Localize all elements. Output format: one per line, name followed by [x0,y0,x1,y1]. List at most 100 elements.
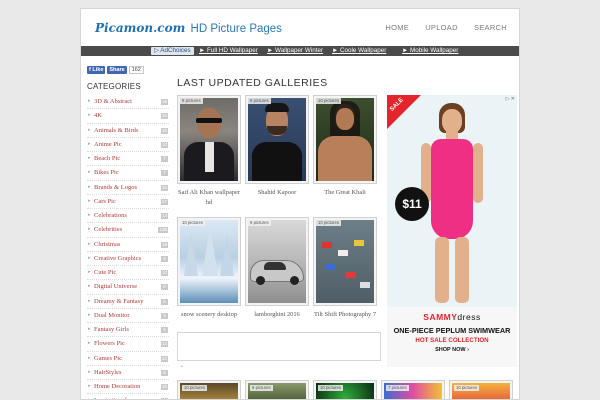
category-item[interactable]: ▸ Animals & Birds 16 [87,124,169,138]
bullet-arrow-icon: ▸ [88,270,91,275]
category-item[interactable]: ▸ Dual Monitor 2 [87,309,169,323]
gallery-thumbnail[interactable]: 9 pictures [245,380,309,399]
category-label: Home Decoration [94,383,141,390]
category-item[interactable]: ▸ HairStyles 6 [87,366,169,380]
category-label: Creative Graphics [94,254,142,262]
gallery-thumbnail[interactable]: 10 pictures [313,380,377,399]
ad-cta[interactable]: SHOP NOW › [387,347,517,353]
gallery-thumbnail[interactable]: 10 pictures [177,217,241,306]
bullet-arrow-icon: ▸ [88,284,91,290]
category-label: Christmas [94,240,121,248]
bullet-arrow-icon: ▸ [88,127,91,133]
gallery-caption[interactable]: Saif Ali Khan wallpaper hd [177,188,241,208]
category-item[interactable]: ▸ 3D & Abstract 16 [87,95,169,110]
gallery-thumbnail[interactable]: 10 pictures [177,380,241,399]
ad-close-controls[interactable]: ▷ ✕ [506,96,515,102]
category-list: ▸ 3D & Abstract 16 ▸ 4K 16 ▸ Animals & Birds 16 ▸… [87,95,169,399]
ad-link-label: Full HD Wallpaper [206,47,258,54]
gallery-caption[interactable]: lamborghini 2016 [245,310,309,320]
bullet-arrow-icon: ▸ [88,213,91,218]
picture-count-badge: 7 pictures [386,385,409,391]
gallery-card[interactable]: 9 pictures lamborghini 2016 [245,217,309,320]
gallery-caption[interactable]: snow scenery desktop [177,310,241,320]
gallery-card[interactable]: 10 pictures Tilt Shift Photography 7 [313,217,377,320]
category-label: Cute Pic [94,269,117,276]
category-item[interactable]: ▸ Celebrations 13 [87,209,169,224]
category-item[interactable]: ▸ Cars Pic 27 [87,195,169,209]
category-item[interactable]: ▸ Celebrities 138 [87,223,169,238]
bullet-arrow-icon: ▸ [88,394,91,399]
category-item[interactable]: ▸ Fantasy Girls 6 [87,323,169,338]
nav-upload[interactable]: UPLOAD [425,23,458,32]
gallery-thumbnail[interactable]: 7 pictures [381,380,445,399]
category-label: Cars Pic [94,197,116,205]
facebook-like-button[interactable]: f Like [87,66,106,74]
nav-search[interactable]: SEARCH [474,23,507,32]
ad-link-label: Coole Wallpaper [339,47,387,54]
category-item[interactable]: ▸ Beach Pic 7 [87,152,169,167]
swimwear-advertisement[interactable]: SALE ▷ ✕ $11 SAMMYdress ONE-PIECE PEPLUM… [387,95,517,367]
category-item[interactable]: ▸ Anime Pic 10 [87,138,169,152]
category-item[interactable]: ▸ Christmas 19 [87,238,169,252]
category-item[interactable]: ▸ Flowers Pic 12 [87,337,169,352]
ad-link-full-hd[interactable]: ► Full HD Wallpaper [199,46,258,56]
bullet-arrow-icon: ▸ [88,113,91,119]
category-label: Celebrations [94,212,127,219]
gallery-thumbnail[interactable]: 10 pictures [313,95,377,184]
category-item[interactable]: ▸ Games Pic 12 [87,352,169,366]
ad-brand: SAMMYdress [387,312,517,322]
nav-home[interactable]: HOME [385,23,409,32]
site-header: Picamon.com HD Picture Pages HOME UPLOAD… [81,9,519,47]
facebook-share-button[interactable]: Share [107,66,127,74]
ad-brand-b: dress [457,312,481,322]
bullet-arrow-icon: ▸ [88,227,91,233]
picture-count-badge: 10 pictures [316,98,342,104]
adchoices-label: AdChoices [160,47,191,54]
gallery-caption[interactable]: Tilt Shift Photography 7 [313,310,377,320]
category-count-badge: 7 [161,156,168,162]
gallery-caption[interactable]: The Great Khali [313,188,377,198]
ad-model-figure [421,103,483,303]
category-label: Dreamy & Fantasy [94,297,144,305]
ad-text-panel: SAMMYdress ONE-PIECE PEPLUM SWIMWEAR HOT… [387,307,517,367]
gallery-thumbnail[interactable]: 8 pictures [245,95,309,184]
gallery-caption[interactable]: Shahid Kapoor [245,188,309,198]
category-item[interactable]: ▸ Digital Universe 8 [87,280,169,295]
bullet-arrow-icon: ▸ [88,156,91,161]
gallery-card[interactable]: 8 pictures Saif Ali Khan wallpaper hd [177,95,241,208]
gallery-card[interactable]: 8 pictures Shahid Kapoor [245,95,309,198]
picture-count-badge: 8 pictures [180,98,203,104]
category-item[interactable]: ▸ Bikes Pic 7 [87,166,169,181]
site-logo[interactable]: Picamon.com HD Picture Pages [95,20,282,36]
gallery-card[interactable]: 10 pictures snow scenery desktop [177,217,241,320]
gallery-thumbnail[interactable]: 8 pictures [177,95,241,184]
category-item[interactable]: ▸ Dreamy & Fantasy 6 [87,295,169,309]
gallery-thumbnail[interactable]: 10 pictures [313,217,377,306]
ad-link-winter[interactable]: ► Wallpaper Winter [267,46,323,56]
embed-placeholder-box [177,332,381,361]
category-label: Beach Pic [94,155,121,162]
category-count-badge: 2 [161,312,168,319]
category-item[interactable]: ▸ Cute Pic 10 [87,266,169,281]
category-item[interactable]: ▸ Brands & Logos 16 [87,181,169,195]
ad-link-mobile[interactable]: ► Mobile Wallpaper [402,46,458,56]
adchoices-badge[interactable]: ▷ AdChoices [151,47,194,55]
picture-count-badge: 10 pictures [316,220,342,226]
gallery-thumbnail[interactable]: 10 pictures [449,380,513,399]
category-label: Brands & Logos [94,183,137,191]
category-count-badge: 6 [161,327,168,333]
ad-link-coole[interactable]: ► Coole Wallpaper [332,46,386,56]
category-item[interactable]: ▸ 4K 16 [87,109,169,124]
category-item[interactable]: ▸ Creative Graphics 6 [87,252,169,266]
category-label: Animals & Birds [94,126,139,134]
ad-link-label: Mobile Wallpaper [409,47,459,54]
category-count-badge: 12 [160,355,168,362]
category-label: Anime Pic [94,140,122,148]
category-item[interactable]: ▸ Home Decoration 16 [87,380,169,395]
gallery-thumbnail[interactable]: 9 pictures [245,217,309,306]
category-count-badge: 19 [160,241,168,248]
category-item[interactable]: ▸Inspirational5 [87,394,169,399]
category-count-badge: 16 [160,184,168,191]
category-label: HairStyles [94,368,122,376]
gallery-card[interactable]: 10 pictures The Great Khali [313,95,377,198]
